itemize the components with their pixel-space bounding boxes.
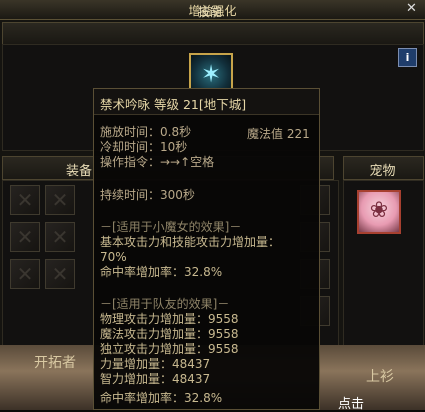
tooltip-party-effect: 独立攻击力增加量：9558: [100, 342, 239, 356]
pet-portrait-icon: ❀: [369, 198, 389, 223]
empty-slot-icon: ✕: [16, 188, 34, 212]
equipment-slot[interactable]: ✕: [10, 222, 40, 252]
pet-label: 宠物: [369, 164, 396, 179]
tooltip-party-effect: 力量增加量：48437: [100, 357, 211, 371]
equipment-slot[interactable]: ✕: [10, 185, 40, 215]
scene-npc-label: 开拓者: [34, 355, 76, 371]
empty-slot-icon: ✕: [16, 262, 34, 286]
equipment-slot[interactable]: ✕: [45, 185, 75, 215]
tooltip-self-effect: 基本攻击力和技能攻击力增加量：: [100, 235, 281, 249]
tooltip-cooldown: 冷却时间：10秒: [100, 140, 188, 154]
tooltip-party-effect: 命中率增加率：32.8%: [100, 391, 223, 405]
info-icon: i: [405, 51, 410, 64]
empty-slot-icon: ✕: [16, 225, 34, 249]
scene-right-label: 上衫: [366, 369, 394, 385]
tooltip-skill-name: 禁术吟咏 等级 21[地下城]: [100, 97, 247, 112]
forbidden-chant-skill-icon: ✶: [200, 60, 222, 88]
empty-slot-icon: ✕: [51, 262, 69, 286]
equipment-slot[interactable]: ✕: [10, 259, 40, 289]
scene-click-label: 点击: [338, 397, 365, 412]
equipment-slot[interactable]: ✕: [45, 259, 75, 289]
empty-slot-icon: ✕: [51, 188, 69, 212]
tooltip-party-effect: 魔法攻击力增加量：9558: [100, 327, 239, 341]
tooltip-party-header: －[适用于队友的效果]－: [100, 297, 230, 311]
info-button[interactable]: i: [398, 48, 417, 67]
equipment-slot[interactable]: ✕: [45, 222, 75, 252]
equipment-label: 装备: [66, 164, 93, 179]
tooltip-self-header: －[适用于小魔女的效果]－: [100, 220, 242, 234]
pet-slot[interactable]: ❀: [357, 190, 401, 234]
tooltip-cast-time: 施放时间：0.8秒: [100, 125, 192, 139]
tooltip-party-effect: 智力增加量：48437: [100, 372, 211, 386]
empty-slot-icon: ✕: [51, 225, 69, 249]
tooltip-self-effect: 命中率增加率：32.8%: [100, 265, 223, 279]
tooltip-command: 操作指令：→→↑空格: [100, 155, 215, 169]
skill-section-header: [2, 22, 424, 45]
tooltip-duration: 持续时间：300秒: [100, 188, 195, 202]
skill-section-label: 技能: [197, 5, 222, 19]
tooltip-self-effect-value: 70%: [100, 250, 127, 264]
tooltip-mp-cost: 魔法值 221: [247, 127, 310, 141]
tooltip-party-effect: 物理攻击力增加量：9558: [100, 312, 239, 326]
